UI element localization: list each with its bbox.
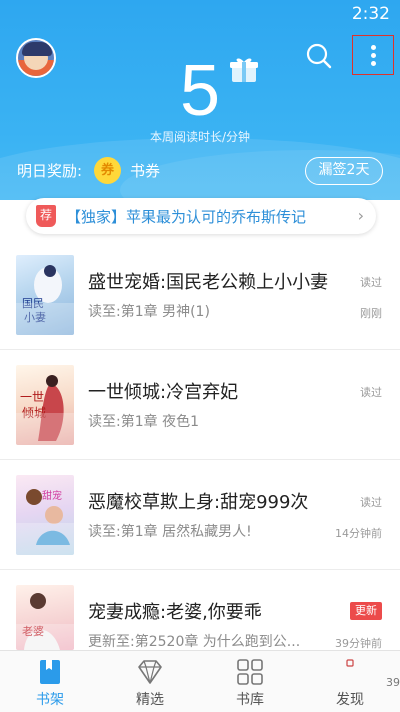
- read-status: 读过: [360, 496, 382, 509]
- svg-text:老婆: 老婆: [22, 625, 44, 638]
- book-progress: 读至:第1章 居然私藏男人!: [88, 524, 252, 540]
- book-cover: 甜宠: [16, 475, 74, 555]
- tab-label: 书架: [36, 692, 64, 708]
- search-button[interactable]: [303, 40, 335, 72]
- list-item[interactable]: 一世 倾城 一世倾城:冷宫弃妃 读至:第1章 夜色1 读过: [0, 350, 400, 460]
- book-cover: 老婆: [16, 585, 74, 650]
- coupon-icon: 券: [94, 157, 121, 184]
- list-item[interactable]: 甜宠 恶魔校草欺上身:甜宠999次 读至:第1章 居然私藏男人! 读过 14分钟…: [0, 460, 400, 570]
- gift-icon: [230, 58, 258, 82]
- recommend-badge: 荐: [36, 205, 56, 227]
- gift-button[interactable]: [229, 56, 259, 84]
- coupon-label: 书券: [130, 162, 161, 180]
- read-time: 14分钟前: [335, 527, 382, 540]
- recommend-banner[interactable]: 荐 【独家】苹果最为认可的乔布斯传记 ›: [26, 198, 376, 234]
- list-item[interactable]: 国民 小妻 盛世宠婚:国民老公赖上小小妻 读至:第1章 男神(1) 读过 刚刚: [0, 240, 400, 350]
- tab-library[interactable]: 书库: [200, 651, 300, 712]
- tomorrow-reward-label: 明日奖励:: [17, 162, 83, 180]
- book-cover: 国民 小妻: [16, 255, 74, 335]
- read-time: 39分钟前: [335, 637, 382, 650]
- avatar[interactable]: [16, 38, 56, 78]
- weekly-reading-label: 本周阅读时长/分钟: [149, 130, 251, 144]
- more-options-button[interactable]: [352, 35, 394, 75]
- banner-text: 【独家】苹果最为认可的乔布斯传记: [66, 208, 307, 226]
- read-status: 读过: [360, 276, 382, 289]
- svg-text:甜宠: 甜宠: [42, 489, 62, 502]
- search-icon: [306, 43, 332, 69]
- book-title: 恶魔校草欺上身:甜宠999次: [88, 492, 309, 513]
- list-item[interactable]: 老婆 宠妻成瘾:老婆,你要乖 更新至:第2520章 为什么跑到公... 更新 3…: [0, 570, 400, 650]
- book-progress: 读至:第1章 男神(1): [88, 304, 210, 320]
- weekly-reading-minutes: 5: [179, 51, 221, 131]
- book-cover: 一世 倾城: [16, 365, 74, 445]
- read-status: 读过: [360, 386, 382, 399]
- svg-text:国民: 国民: [22, 297, 44, 310]
- discover-icon: [346, 659, 354, 667]
- diamond-icon: [138, 660, 162, 684]
- svg-text:小妻: 小妻: [24, 311, 46, 324]
- tab-discover[interactable]: 发现: [300, 651, 400, 712]
- update-badge: 更新: [350, 602, 382, 620]
- tab-label: 书库: [236, 692, 264, 708]
- tab-label: 发现: [336, 692, 364, 708]
- book-progress: 读至:第1章 夜色1: [88, 414, 199, 430]
- book-title: 盛世宠婚:国民老公赖上小小妻: [88, 272, 329, 293]
- book-progress: 更新至:第2520章 为什么跑到公...: [88, 634, 301, 650]
- grid-icon: [237, 659, 263, 685]
- tab-bookshelf[interactable]: 书架: [0, 651, 100, 712]
- side-counter: 39: [386, 676, 400, 689]
- tab-featured[interactable]: 精选: [100, 651, 200, 712]
- read-time: 刚刚: [360, 307, 382, 320]
- tab-label: 精选: [136, 692, 164, 708]
- svg-text:倾城: 倾城: [22, 406, 46, 420]
- bottom-tab-bar: 书架 精选 书库 发现: [0, 650, 400, 712]
- status-bar-time: 2:32: [351, 4, 390, 24]
- reading-header: 2:32 5 本周阅读时长/分钟 明日奖励: 券 书券 漏签2天: [0, 0, 400, 200]
- svg-text:一世: 一世: [20, 390, 44, 404]
- bookshelf-icon: [40, 660, 60, 684]
- book-title: 一世倾城:冷宫弃妃: [88, 382, 239, 403]
- missed-signin-button[interactable]: 漏签2天: [305, 157, 383, 185]
- book-title: 宠妻成瘾:老婆,你要乖: [88, 602, 262, 623]
- chevron-right-icon: ›: [357, 206, 364, 225]
